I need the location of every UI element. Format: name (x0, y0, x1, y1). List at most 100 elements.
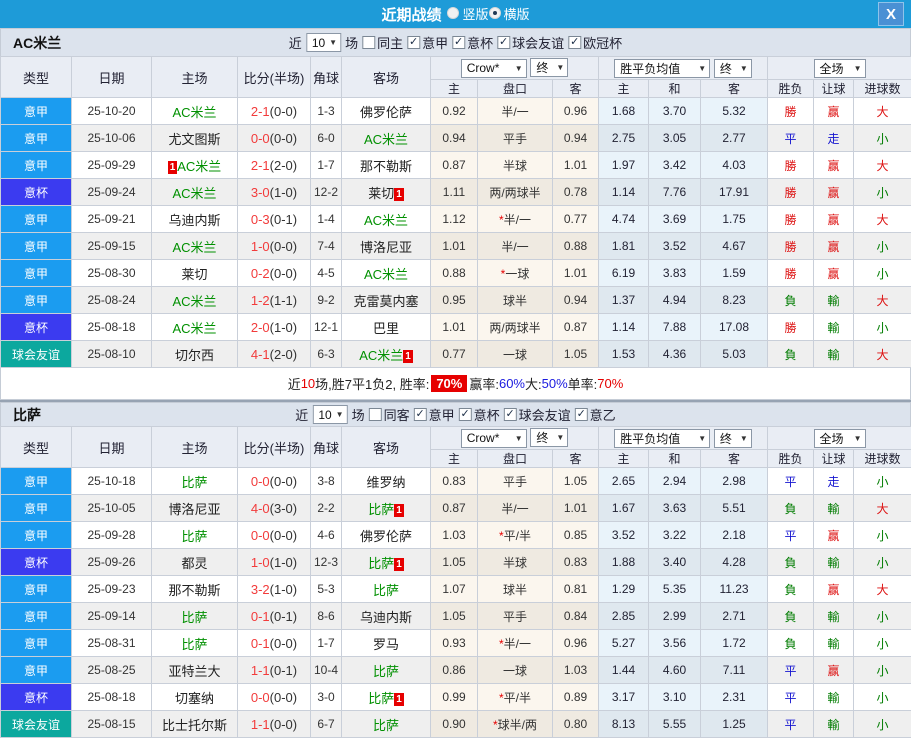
away-team[interactable]: AC米兰 1 (359, 348, 413, 363)
home-team[interactable]: 博洛尼亚 (168, 502, 220, 517)
wdl-result-cell: 平 (767, 656, 815, 684)
final-dropdown-2[interactable]: 终 ▼ (713, 58, 752, 78)
away-cell: 比萨 1 (341, 494, 431, 522)
handicap-result-cell: 赢 (813, 232, 855, 260)
bookmaker-dropdown-value: Crow* (466, 61, 500, 76)
home-team[interactable]: AC米兰 (172, 186, 216, 201)
home-team[interactable]: AC米兰 (172, 321, 216, 336)
layout-radio-1[interactable]: 横版 (488, 4, 530, 23)
home-team[interactable]: 比萨 (181, 475, 207, 490)
handicap-cell: *半/一 (477, 629, 553, 657)
away-team[interactable]: 比萨 1 (368, 556, 404, 571)
handicap-cell: 半/一 (477, 97, 553, 125)
away-team[interactable]: 佛罗伦萨 (360, 105, 412, 120)
avg-odds-cell: 4.74 (598, 205, 650, 233)
crow-odds-group-header: Crow* ▼ 终 ▼ (429, 56, 600, 80)
filter-checkbox-4[interactable]: ✓ 欧冠杯 (568, 33, 622, 52)
final-dropdown[interactable]: 终 ▼ (530, 58, 569, 78)
scope-dropdown[interactable]: 全场 ▼ (813, 58, 866, 78)
away-team[interactable]: 巴里 (373, 321, 399, 336)
checked-icon: ✓ (574, 408, 588, 421)
home-team[interactable]: 比士托尔斯 (162, 718, 227, 733)
avg-odds-cell: 3.63 (648, 494, 702, 522)
chevron-down-icon: ▼ (556, 433, 565, 443)
avg-odds-cell: 5.55 (648, 710, 702, 738)
away-team[interactable]: 比萨 (373, 664, 399, 679)
away-cell: 比萨 (341, 710, 431, 738)
away-team[interactable]: 佛罗伦萨 (360, 529, 412, 544)
away-team[interactable]: AC米兰 (364, 132, 408, 147)
away-team[interactable]: 罗马 (373, 637, 399, 652)
fulltime-score: 0-2 (250, 265, 270, 281)
filter-checkbox-0[interactable]: 同主 (362, 33, 403, 52)
match-row: 意杯 25-09-24 AC米兰 3-0(1-0) 12-2 莱切 1 1.11 两/两球半 0.… (0, 178, 911, 206)
home-team[interactable]: AC米兰 (172, 240, 216, 255)
filter-checkbox-1[interactable]: ✓ 意甲 (407, 33, 448, 52)
close-button[interactable]: X (878, 2, 904, 26)
wdl-result-cell: 勝 (767, 259, 815, 287)
avg-odds-dropdown[interactable]: 胜平负均值 ▼ (614, 58, 711, 78)
away-team[interactable]: 博洛尼亚 (360, 240, 412, 255)
avg-odds-cell: 17.08 (700, 313, 769, 341)
bookmaker-dropdown[interactable]: Crow* ▼ (460, 428, 527, 448)
away-cell: AC米兰 (341, 124, 431, 152)
away-team[interactable]: 比萨 (373, 583, 399, 598)
away-team[interactable]: 那不勒斯 (360, 159, 412, 174)
red-card-badge: 1 (394, 187, 404, 201)
away-team-text: AC米兰 (363, 266, 409, 282)
score-cell: 1-0(0-0) (237, 232, 311, 260)
filter-checkbox-3[interactable]: ✓ 球会友谊 (497, 33, 564, 52)
home-team[interactable]: 比萨 (181, 610, 207, 625)
home-team[interactable]: 尤文图斯 (168, 132, 220, 147)
col-header-4: 角球 (310, 56, 342, 98)
away-team[interactable]: 维罗纳 (366, 475, 405, 490)
away-team[interactable]: 克雷莫内塞 (353, 294, 418, 309)
away-team[interactable]: 比萨 1 (368, 691, 404, 706)
corner-cell: 6-0 (310, 124, 342, 152)
match-count-dropdown[interactable]: 10 ▼ (305, 33, 342, 52)
filter-checkbox-4[interactable]: ✓ 意乙 (574, 405, 616, 424)
home-team[interactable]: 亚特兰大 (168, 664, 220, 679)
handicap-result-cell: 走 (813, 124, 855, 152)
avg-odds-cell: 4.94 (648, 286, 702, 314)
home-team[interactable]: 莱切 (181, 267, 207, 282)
home-cell: AC米兰 (151, 178, 238, 206)
away-team[interactable]: 莱切 1 (368, 186, 404, 201)
match-count-dropdown[interactable]: 10 ▼ (312, 405, 348, 424)
avg-odds-cell: 4.28 (700, 548, 769, 576)
home-team[interactable]: 1 AC米兰 (167, 159, 221, 174)
chevron-down-icon: ▼ (853, 433, 862, 443)
home-team[interactable]: AC米兰 (172, 294, 216, 309)
home-team[interactable]: 切尔西 (175, 348, 214, 363)
away-team[interactable]: 乌迪内斯 (360, 610, 412, 625)
home-team[interactable]: 比萨 (181, 529, 207, 544)
away-team[interactable]: 比萨 1 (368, 502, 404, 517)
home-team[interactable]: 比萨 (181, 637, 207, 652)
avg-odds-cell: 8.23 (700, 286, 769, 314)
away-team[interactable]: 比萨 (373, 718, 399, 733)
final-dropdown-2[interactable]: 终 ▼ (713, 428, 752, 448)
layout-radio-0[interactable]: 竖版 (447, 4, 489, 23)
bookmaker-dropdown[interactable]: Crow* ▼ (460, 58, 527, 78)
filter-checkbox-2[interactable]: ✓ 意杯 (458, 405, 500, 424)
summary-segment: 10 (300, 376, 316, 391)
home-team[interactable]: AC米兰 (172, 105, 216, 120)
filter-checkbox-1[interactable]: ✓ 意甲 (413, 405, 455, 424)
col-header-1: 日期 (71, 56, 152, 98)
avg-odds-cell: 5.51 (700, 494, 769, 522)
filter-checkbox-2[interactable]: ✓ 意杯 (452, 33, 493, 52)
avg-odds-dropdown[interactable]: 胜平负均值 ▼ (614, 428, 711, 448)
home-team[interactable]: 那不勒斯 (168, 583, 220, 598)
filter-checkbox-3[interactable]: ✓ 球会友谊 (503, 405, 571, 424)
filter-checkbox-0[interactable]: 同客 (368, 405, 410, 424)
home-team[interactable]: 乌迪内斯 (168, 213, 220, 228)
away-team[interactable]: AC米兰 (364, 213, 408, 228)
home-team[interactable]: 都灵 (181, 556, 207, 571)
avg-odds-cell: 3.22 (648, 521, 702, 549)
score-cell: 0-3(0-1) (237, 205, 311, 233)
home-team[interactable]: 切塞纳 (175, 691, 214, 706)
scope-dropdown[interactable]: 全场 ▼ (813, 428, 866, 448)
corner-cell: 12-1 (310, 313, 342, 341)
away-team[interactable]: AC米兰 (364, 267, 408, 282)
final-dropdown[interactable]: 终 ▼ (530, 428, 569, 448)
